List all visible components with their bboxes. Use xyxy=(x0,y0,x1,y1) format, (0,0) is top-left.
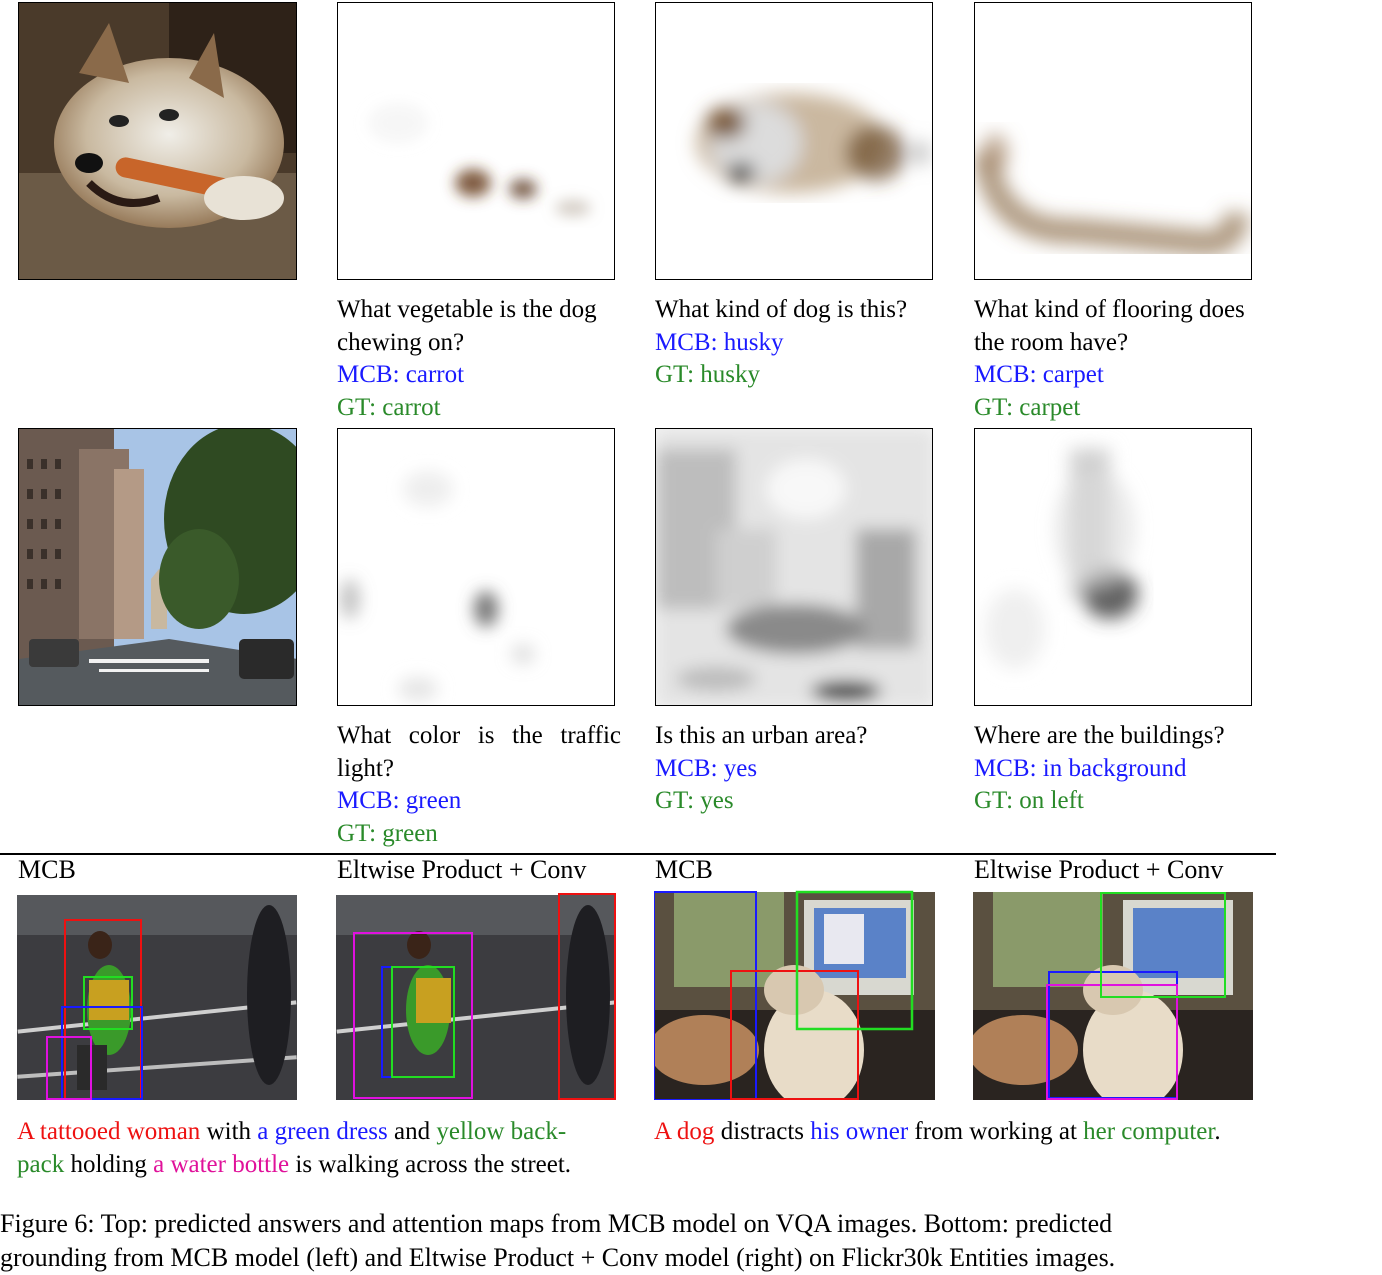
phrase: . xyxy=(1214,1118,1221,1145)
gt-answer: GT: yes xyxy=(655,787,734,814)
question-text: Is this an urban area? MCB: yes GT: yes xyxy=(655,720,867,818)
woman-grounding-eltwise xyxy=(336,893,616,1100)
sentence-line: A tattooed woman with a green dress and … xyxy=(17,1116,571,1149)
mcb-answer: MCB: yes xyxy=(655,754,758,782)
sentence-line: pack holding a water bottle is walking a… xyxy=(17,1149,571,1182)
question-text: What kind of dog is this? MCB: husky GT:… xyxy=(655,294,907,392)
phrase: and xyxy=(387,1118,437,1145)
phrase: holding xyxy=(64,1150,154,1178)
gt-answer: GT: carpet xyxy=(974,393,1081,421)
mcb-answer: MCB: in background xyxy=(974,754,1187,782)
phrase: with xyxy=(200,1118,258,1145)
question-text: Where are the buildings? MCB: in backgro… xyxy=(974,720,1225,818)
mcb-answer: MCB: carrot xyxy=(337,361,465,388)
mcb-answer: MCB: green xyxy=(337,787,462,814)
gt-answer: GT: green xyxy=(337,819,438,847)
phrase: pack xyxy=(17,1150,65,1178)
attention-map-flooring xyxy=(974,2,1252,280)
right-grounding-sentence: A dog distracts his owner from working a… xyxy=(654,1116,1221,1149)
panel-header: MCB xyxy=(655,855,713,884)
attention-map-urban xyxy=(655,428,933,706)
phrase: a green dress xyxy=(257,1118,388,1145)
phrase: her computer xyxy=(1083,1118,1215,1145)
phrase: A dog xyxy=(654,1118,715,1145)
phrase: from working at xyxy=(908,1118,1084,1145)
caption-line-1: Figure 6: Top: predicted answers and att… xyxy=(0,1209,1113,1238)
gt-answer: GT: carrot xyxy=(337,393,441,421)
panel-header: MCB xyxy=(18,855,76,884)
left-grounding-sentence: A tattooed woman with a green dress and … xyxy=(17,1116,571,1181)
phrase: distracts xyxy=(714,1118,811,1145)
gt-answer: GT: husky xyxy=(655,361,761,388)
mcb-answer: MCB: husky xyxy=(655,328,784,356)
attention-map-dog-kind xyxy=(655,2,933,280)
question-text: What color is the traffic light? MCB: gr… xyxy=(337,720,621,850)
dog-grounding-eltwise xyxy=(973,890,1253,1100)
gt-answer: GT: on left xyxy=(974,787,1084,814)
mcb-answer: MCB: carpet xyxy=(974,361,1104,388)
sentence-line: A dog distracts his owner from working a… xyxy=(654,1116,1221,1149)
dog-photo xyxy=(18,2,297,280)
caption-line-2: grounding from MCB model (left) and Eltw… xyxy=(0,1243,1116,1272)
attention-map-traffic-light xyxy=(337,428,615,706)
street-photo xyxy=(18,428,297,706)
attention-map-vegetable xyxy=(337,2,615,280)
phrase: yellow back- xyxy=(436,1118,567,1145)
phrase: a water bottle xyxy=(153,1150,290,1178)
figure-caption: Figure 6: Top: predicted answers and att… xyxy=(0,1207,1115,1275)
phrase: A tattooed woman xyxy=(17,1118,201,1145)
panel-header: Eltwise Product + Conv xyxy=(974,855,1224,884)
woman-grounding-mcb xyxy=(17,895,297,1100)
question-text: What vegetable is the dog chewing on? MC… xyxy=(337,294,597,424)
attention-map-buildings xyxy=(974,428,1252,706)
dog-grounding-mcb xyxy=(654,890,935,1100)
phrase: is walking across the street. xyxy=(289,1150,572,1178)
question-text: What kind of flooring does the room have… xyxy=(974,294,1245,424)
phrase: his owner xyxy=(810,1118,909,1145)
panel-header: Eltwise Product + Conv xyxy=(337,855,587,884)
